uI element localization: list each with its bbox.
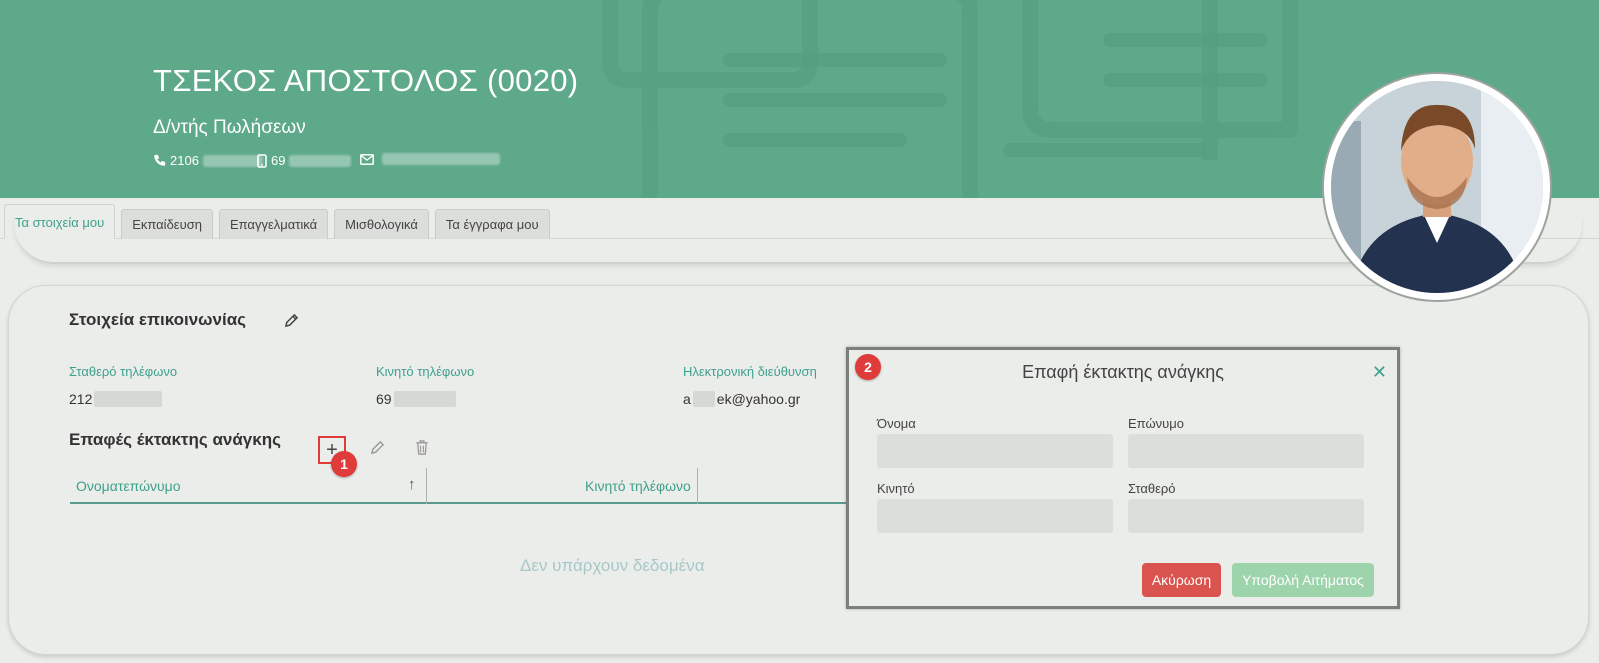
redacted-value: [692, 391, 715, 407]
person-photo-icon: [1331, 81, 1543, 293]
email-text-end: ek@yahoo.gr: [716, 391, 801, 407]
mobile-input[interactable]: [877, 499, 1113, 533]
banner-email: [360, 153, 500, 165]
emergency-table-header: Ονοματεπώνυμο ↑ Κινητό τηλέφωνο: [70, 468, 855, 504]
mail-icon: [360, 153, 374, 165]
banner-fixed-phone: 2106: [153, 153, 263, 168]
column-divider: [426, 468, 427, 504]
close-icon[interactable]: ✕: [1372, 362, 1387, 383]
redacted-value: [202, 154, 263, 167]
redacted-value: [94, 391, 163, 407]
fixed-phone-value: 212: [69, 391, 163, 407]
emergency-contact-dialog: 2 Επαφή έκτακτης ανάγκης ✕ Όνομα Επώνυμο…: [846, 347, 1400, 609]
first-name-label: Όνομα: [877, 416, 916, 431]
column-divider: [697, 468, 698, 504]
mobile-icon: [257, 153, 267, 168]
mobile-phone-value: 69: [376, 391, 456, 407]
banner-mobile-phone: 69: [257, 153, 352, 168]
mobile-phone-text: 69: [376, 391, 392, 407]
column-fullname[interactable]: Ονοματεπώνυμο: [76, 468, 181, 504]
email-label: Ηλεκτρονική διεύθυνση: [683, 364, 817, 379]
redacted-value: [393, 391, 456, 407]
banner-mobile-phone-text: 69: [271, 153, 286, 168]
sort-arrow-icon[interactable]: ↑: [408, 476, 416, 493]
fixed-phone-dialog-label: Σταθερό: [1128, 481, 1176, 496]
pencil-icon[interactable]: [284, 313, 299, 328]
fixed-phone-text: 212: [69, 391, 93, 407]
emergency-section-title: Επαφές έκτακτης ανάγκης: [69, 430, 281, 449]
mobile-phone-label: Κινητό τηλέφωνο: [376, 364, 475, 379]
profile-avatar: [1322, 72, 1552, 302]
contact-section-title: Στοιχεία επικοινωνίας: [69, 310, 246, 329]
trash-icon[interactable]: [415, 440, 429, 455]
fixed-phone-input[interactable]: [1128, 499, 1364, 533]
last-name-input[interactable]: [1128, 434, 1364, 468]
phone-icon: [154, 154, 166, 166]
redacted-value: [382, 153, 500, 165]
banner-fixed-phone-text: 2106: [170, 153, 199, 168]
column-mobile[interactable]: Κινητό τηλέφωνο: [585, 468, 691, 504]
first-name-input[interactable]: [877, 434, 1113, 468]
dialog-title: Επαφή έκτακτης ανάγκης: [1022, 362, 1224, 382]
avatar-photo: [1331, 81, 1543, 293]
employee-name: ΤΣΕΚΟΣ ΑΠΟΣΤΟΛΟΣ (0020): [153, 63, 579, 98]
email-text-start: a: [683, 391, 691, 407]
empty-table-message: Δεν υπάρχουν δεδομένα: [520, 556, 705, 575]
cancel-button[interactable]: Ακύρωση: [1142, 563, 1221, 597]
redacted-value: [289, 154, 352, 167]
last-name-label: Επώνυμο: [1128, 416, 1184, 431]
fixed-phone-label: Σταθερό τηλέφωνο: [69, 364, 178, 379]
submit-request-button[interactable]: Υποβολή Αιτήματος: [1232, 563, 1374, 597]
mobile-label: Κινητό: [877, 481, 915, 496]
pencil-icon[interactable]: [370, 440, 385, 455]
employee-role: Δ/ντής Πωλήσεων: [153, 117, 306, 138]
email-value: a ek@yahoo.gr: [683, 391, 800, 407]
